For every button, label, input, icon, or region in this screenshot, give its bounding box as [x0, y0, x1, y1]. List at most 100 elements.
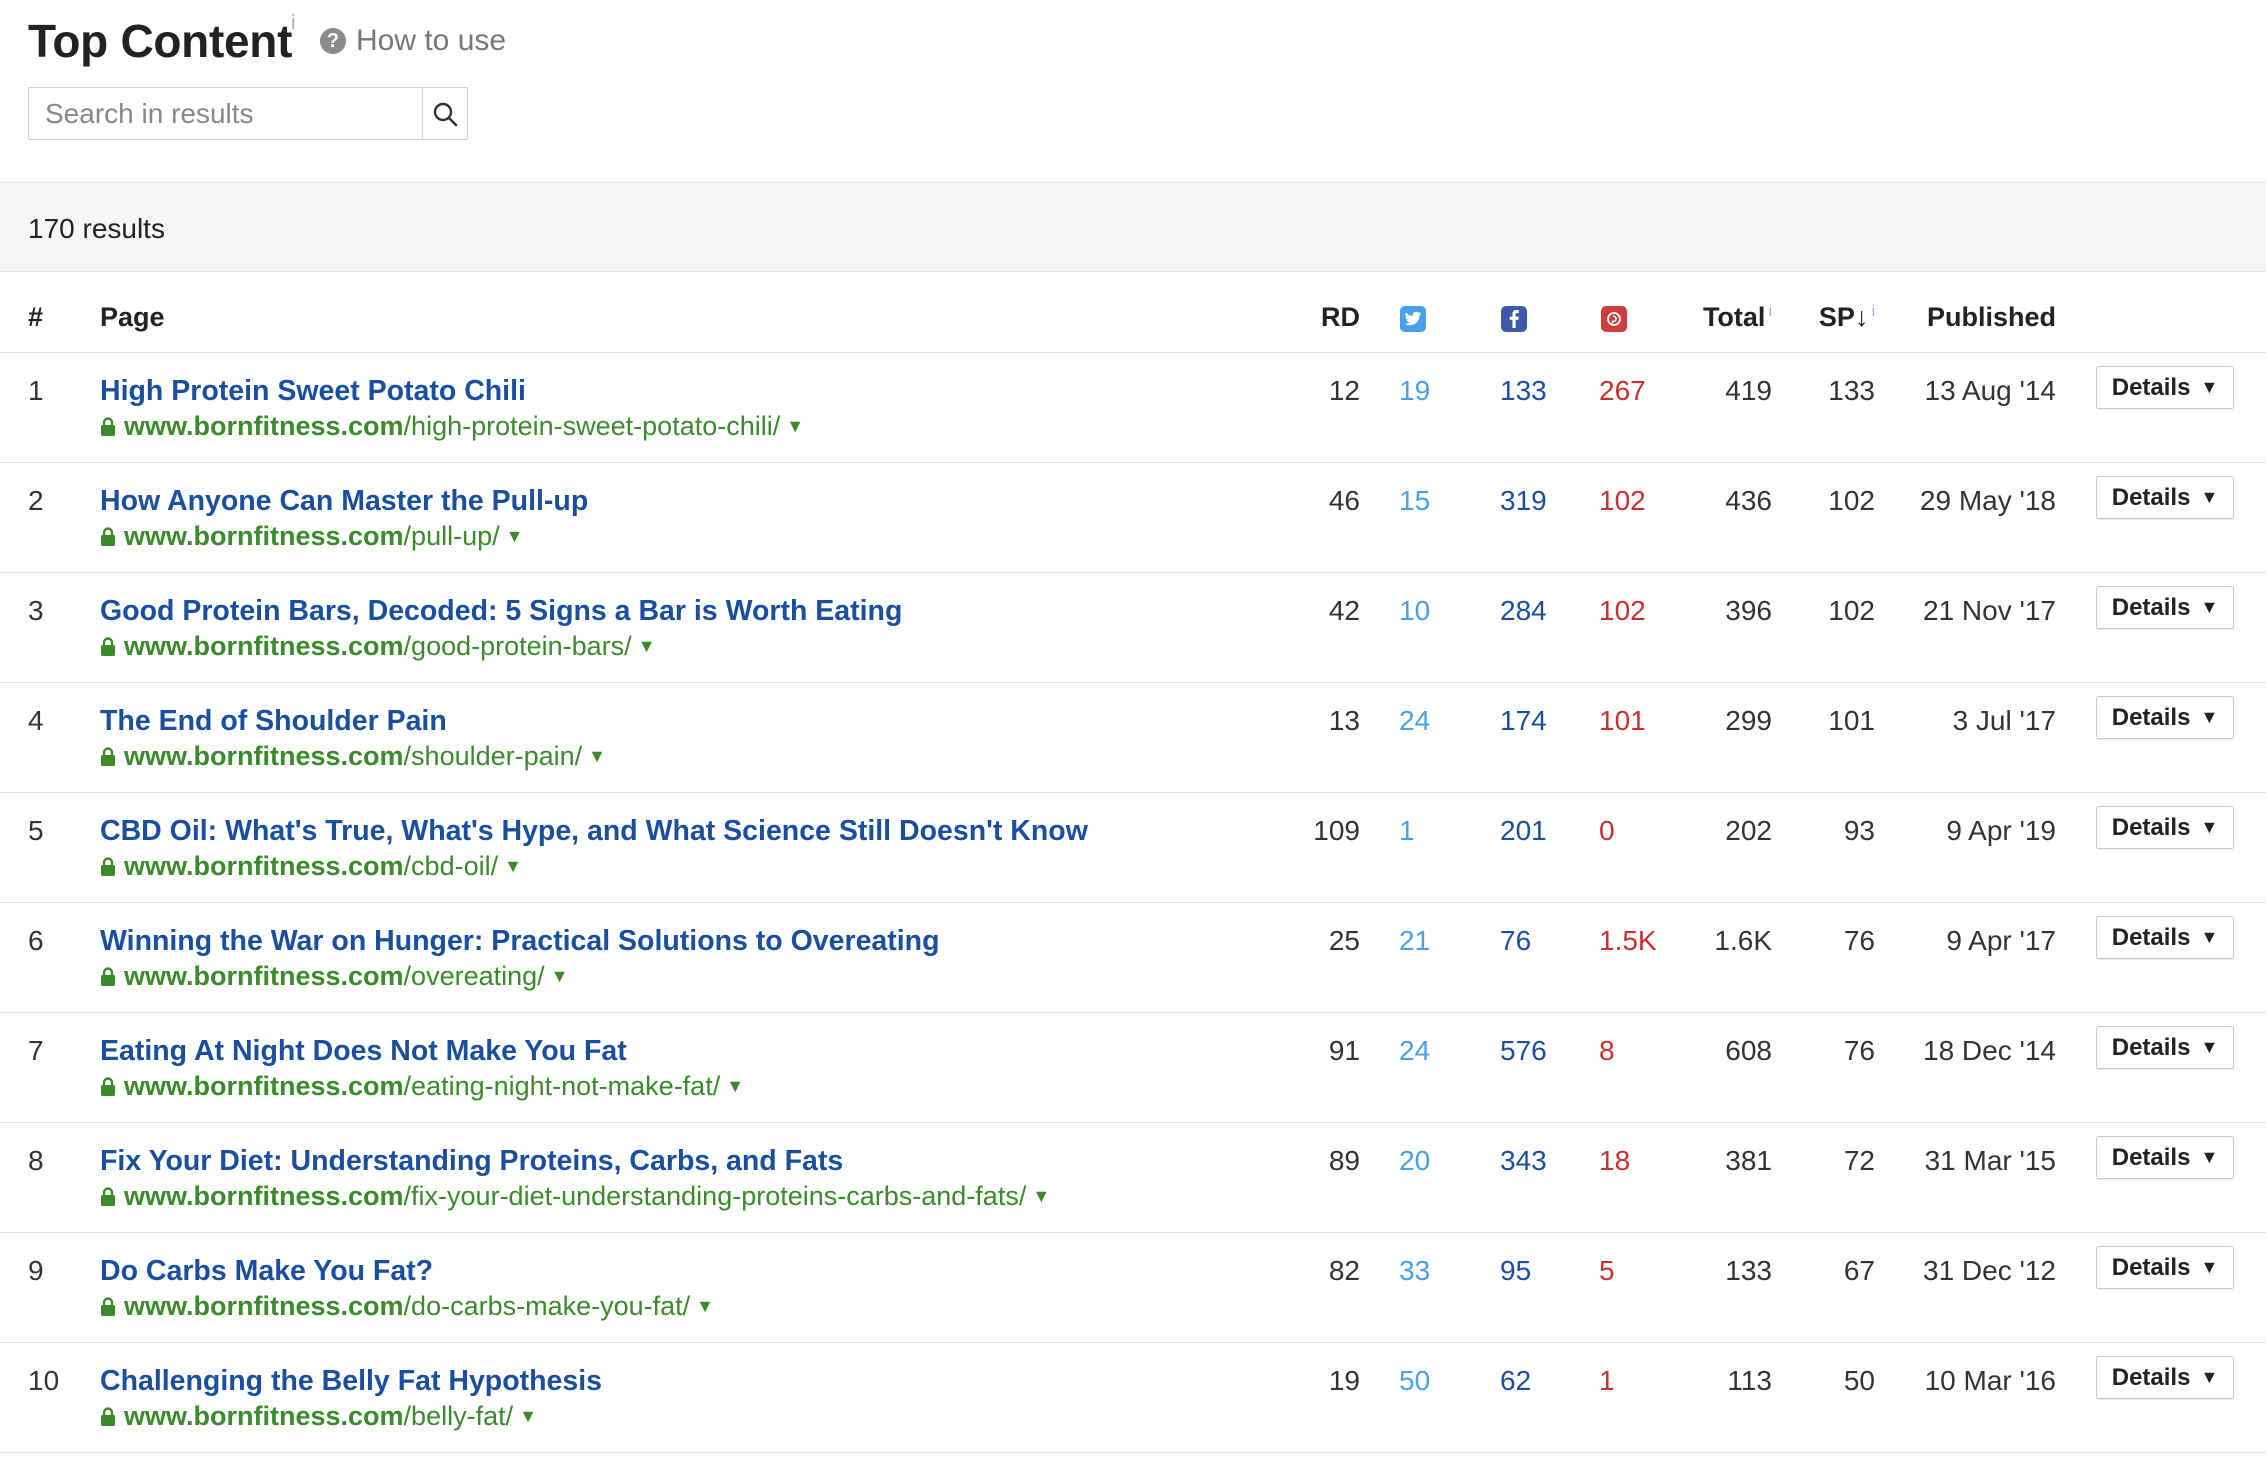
url-dropdown-caret-icon[interactable]: ▼ — [551, 966, 569, 987]
page-title-link[interactable]: High Protein Sweet Potato Chili — [100, 375, 526, 408]
page-url-link[interactable]: www.bornfitness.com/overeating/ ▼ — [100, 961, 568, 992]
details-button[interactable]: Details ▼ — [2096, 696, 2234, 739]
sp-value: 76 — [1843, 925, 1875, 956]
title-info-icon[interactable]: i — [291, 12, 295, 35]
lock-icon — [101, 636, 115, 656]
total-info-icon[interactable]: i — [1768, 303, 1772, 320]
url-path: /do-carbs-make-you-fat/ — [403, 1291, 691, 1321]
column-header-published[interactable]: Published — [1927, 302, 2056, 333]
row-number: 5 — [28, 815, 44, 846]
url-path: /overeating/ — [403, 961, 545, 991]
row-number: 7 — [28, 1035, 44, 1066]
url-path: /eating-night-not-make-fat/ — [403, 1071, 721, 1101]
sp-info-icon[interactable]: i — [1871, 303, 1875, 320]
row-number: 8 — [28, 1145, 44, 1176]
details-button[interactable]: Details ▼ — [2096, 806, 2234, 849]
details-caret-icon: ▼ — [2200, 1147, 2219, 1167]
url-dropdown-caret-icon[interactable]: ▼ — [519, 1406, 537, 1427]
rd-value: 46 — [1328, 485, 1360, 516]
details-button[interactable]: Details ▼ — [2096, 1246, 2234, 1289]
page-url-link[interactable]: www.bornfitness.com/pull-up/ ▼ — [100, 521, 523, 552]
details-button[interactable]: Details ▼ — [2096, 1026, 2234, 1069]
page-url-link[interactable]: www.bornfitness.com/cbd-oil/ ▼ — [100, 851, 522, 882]
facebook-shares-value: 95 — [1500, 1255, 1532, 1286]
details-button[interactable]: Details ▼ — [2096, 1136, 2234, 1179]
table-row: 9 Do Carbs Make You Fat? www.bornfitness… — [0, 1233, 2266, 1343]
search-input[interactable] — [29, 88, 422, 139]
page-url-link[interactable]: www.bornfitness.com/fix-your-diet-unders… — [100, 1181, 1050, 1212]
how-to-use-link[interactable]: ? How to use — [320, 24, 506, 58]
lock-icon — [101, 526, 115, 546]
url-path: /fix-your-diet-understanding-proteins-ca… — [403, 1181, 1027, 1211]
url-dropdown-caret-icon[interactable]: ▼ — [696, 1296, 714, 1317]
table-row: 4 The End of Shoulder Pain www.bornfitne… — [0, 683, 2266, 793]
lock-icon — [101, 746, 115, 766]
page-title-link[interactable]: The End of Shoulder Pain — [100, 705, 447, 738]
results-bar: 170 results — [0, 182, 2266, 272]
details-button[interactable]: Details ▼ — [2096, 476, 2234, 519]
pinterest-shares-value: 267 — [1599, 375, 1646, 406]
facebook-shares-value: 319 — [1500, 485, 1547, 516]
page-title-link[interactable]: Do Carbs Make You Fat? — [100, 1255, 433, 1288]
url-dropdown-caret-icon[interactable]: ▼ — [786, 416, 804, 437]
url-dropdown-caret-icon[interactable]: ▼ — [726, 1076, 744, 1097]
facebook-shares-value: 174 — [1500, 705, 1547, 736]
published-date: 9 Apr '17 — [1946, 925, 2056, 956]
pinterest-icon[interactable] — [1601, 306, 1627, 332]
column-header-sp[interactable]: SP↓ i — [1819, 302, 1875, 333]
details-button[interactable]: Details ▼ — [2096, 1356, 2234, 1399]
page-title-link[interactable]: How Anyone Can Master the Pull-up — [100, 485, 588, 518]
total-shares-value: 608 — [1725, 1035, 1772, 1066]
url-dropdown-caret-icon[interactable]: ▼ — [506, 526, 524, 547]
url-path: /high-protein-sweet-potato-chili/ — [403, 411, 781, 441]
details-button[interactable]: Details ▼ — [2096, 366, 2234, 409]
twitter-shares-value: 1 — [1399, 815, 1415, 846]
url-dropdown-caret-icon[interactable]: ▼ — [638, 636, 656, 657]
row-number: 2 — [28, 485, 44, 516]
pinterest-shares-value: 8 — [1599, 1035, 1615, 1066]
page-url-link[interactable]: www.bornfitness.com/belly-fat/ ▼ — [100, 1401, 537, 1432]
column-header-total[interactable]: Total i — [1703, 302, 1772, 333]
details-caret-icon: ▼ — [2200, 597, 2219, 617]
url-dropdown-caret-icon[interactable]: ▼ — [504, 856, 522, 877]
page-title-link[interactable]: Challenging the Belly Fat Hypothesis — [100, 1365, 602, 1398]
facebook-shares-value: 62 — [1500, 1365, 1532, 1396]
row-number: 9 — [28, 1255, 44, 1286]
page-title-link[interactable]: Fix Your Diet: Understanding Proteins, C… — [100, 1145, 843, 1178]
page-url-link[interactable]: www.bornfitness.com/eating-night-not-mak… — [100, 1071, 744, 1102]
twitter-shares-value: 10 — [1399, 595, 1431, 626]
details-caret-icon: ▼ — [2200, 817, 2219, 837]
column-header-rd[interactable]: RD — [1321, 302, 1360, 333]
column-header-total-label: Total — [1702, 302, 1766, 332]
rd-value: 82 — [1328, 1255, 1360, 1286]
page-title-link[interactable]: CBD Oil: What's True, What's Hype, and W… — [100, 815, 1088, 848]
sp-value: 133 — [1828, 375, 1875, 406]
table-row: 1 High Protein Sweet Potato Chili www.bo… — [0, 353, 2266, 463]
details-caret-icon: ▼ — [2200, 1367, 2219, 1387]
details-button[interactable]: Details ▼ — [2096, 586, 2234, 629]
search-button[interactable] — [422, 88, 467, 139]
page-title-link[interactable]: Good Protein Bars, Decoded: 5 Signs a Ba… — [100, 595, 902, 628]
page-url-link[interactable]: www.bornfitness.com/shoulder-pain/ ▼ — [100, 741, 606, 772]
column-header-page[interactable]: Page — [100, 302, 165, 333]
rd-value: 13 — [1328, 705, 1360, 736]
details-label: Details — [2111, 813, 2191, 841]
table-row: 2 How Anyone Can Master the Pull-up www.… — [0, 463, 2266, 573]
rd-value: 42 — [1328, 595, 1360, 626]
page-title-link[interactable]: Winning the War on Hunger: Practical Sol… — [100, 925, 940, 958]
facebook-icon[interactable] — [1501, 306, 1527, 332]
details-caret-icon: ▼ — [2200, 377, 2219, 397]
details-label: Details — [2111, 483, 2191, 511]
url-dropdown-caret-icon[interactable]: ▼ — [588, 746, 606, 767]
page-url-link[interactable]: www.bornfitness.com/do-carbs-make-you-fa… — [100, 1291, 714, 1322]
details-caret-icon: ▼ — [2200, 707, 2219, 727]
twitter-icon[interactable] — [1400, 306, 1426, 332]
row-number: 4 — [28, 705, 44, 736]
page-title-link[interactable]: Eating At Night Does Not Make You Fat — [100, 1035, 627, 1068]
total-shares-value: 113 — [1727, 1365, 1772, 1396]
page-url-link[interactable]: www.bornfitness.com/high-protein-sweet-p… — [100, 411, 804, 442]
lock-icon — [101, 416, 115, 436]
page-url-link[interactable]: www.bornfitness.com/good-protein-bars/ ▼ — [100, 631, 656, 662]
url-dropdown-caret-icon[interactable]: ▼ — [1032, 1186, 1050, 1207]
details-button[interactable]: Details ▼ — [2096, 916, 2234, 959]
